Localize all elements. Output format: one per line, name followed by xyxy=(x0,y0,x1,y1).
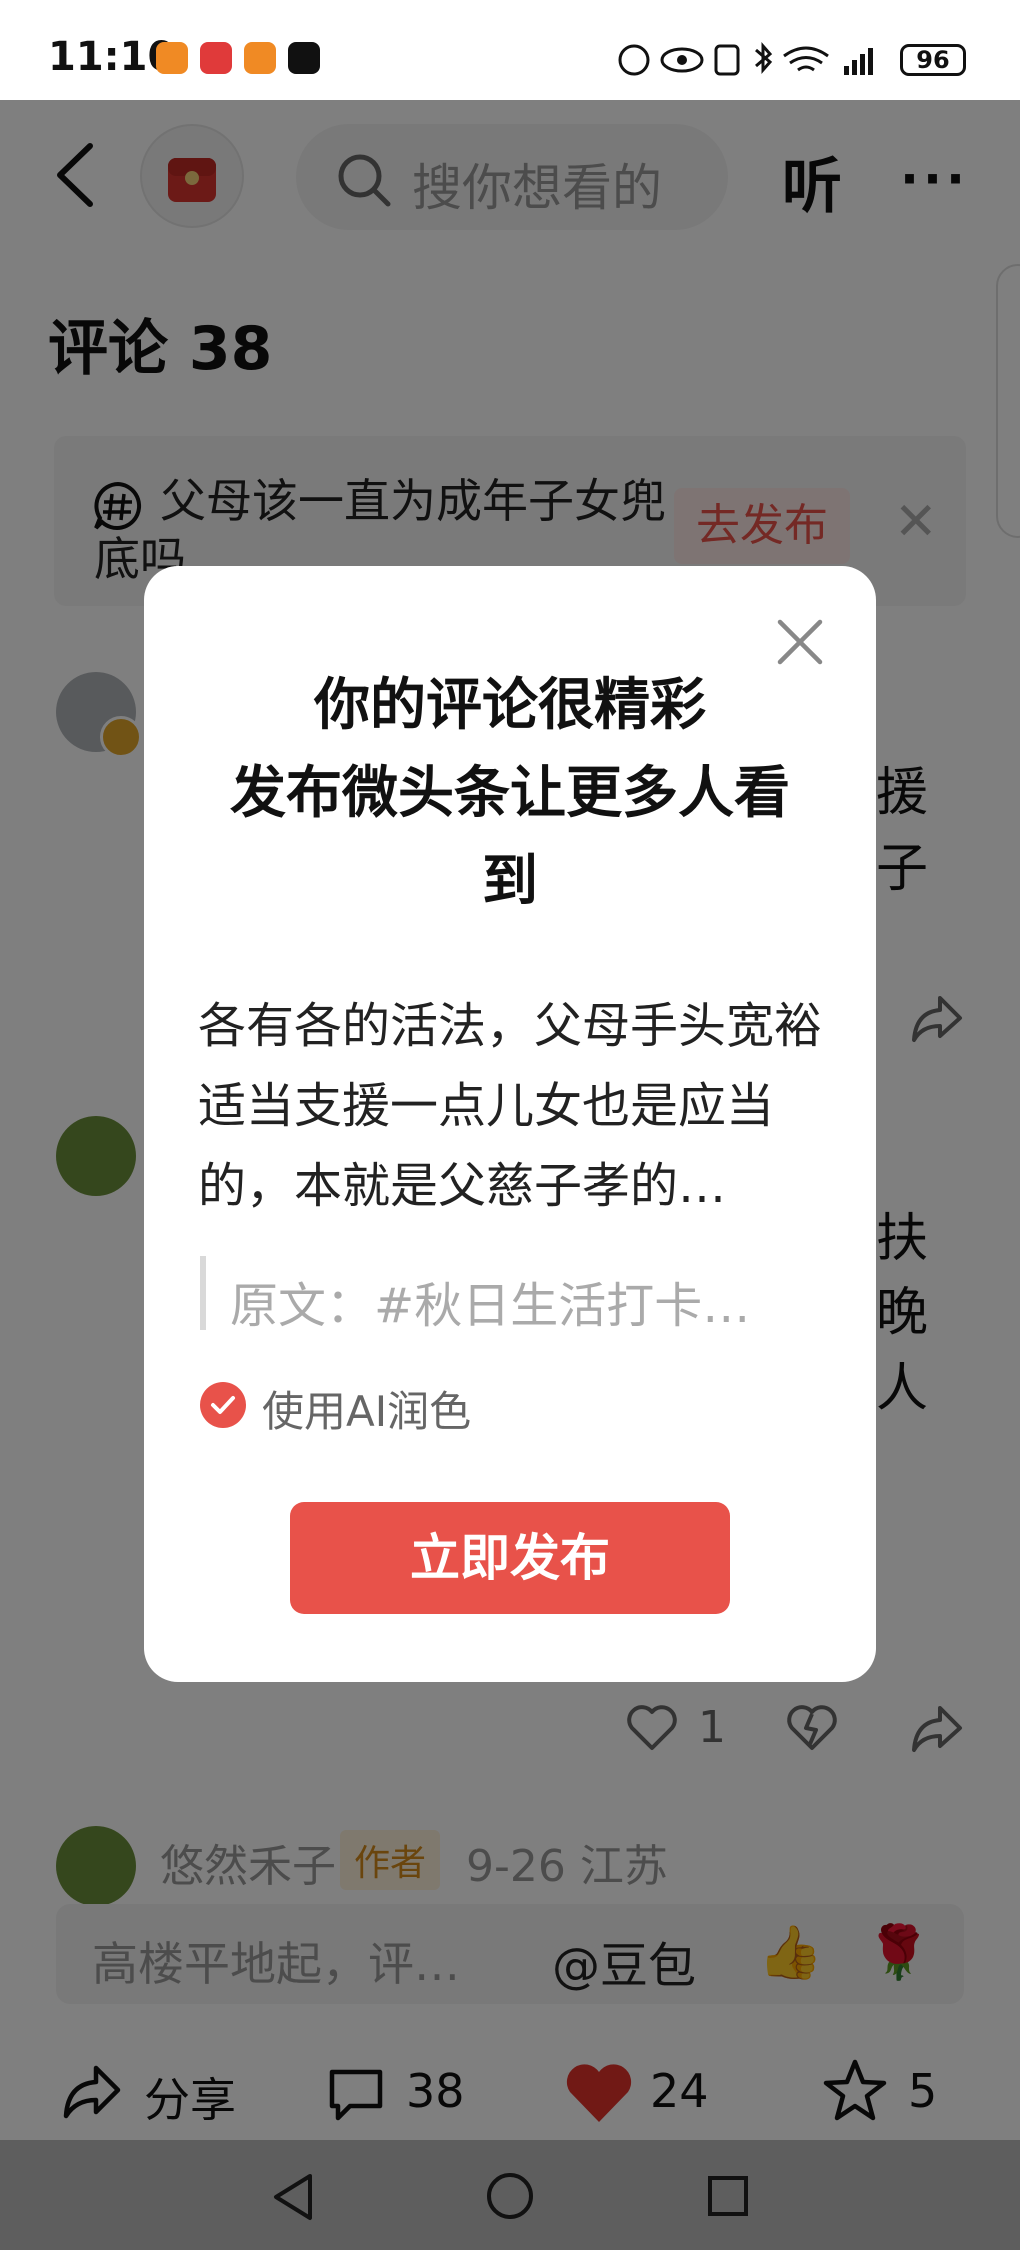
dialog-title-line: 你的评论很精彩 xyxy=(314,673,706,738)
nav-back-icon[interactable] xyxy=(270,2172,316,2222)
ai-polish-checkbox[interactable] xyxy=(200,1382,246,1428)
home-app-icon xyxy=(156,42,188,74)
quote-divider xyxy=(200,1256,206,1330)
capcut-app-icon xyxy=(288,42,320,74)
home-app-icon xyxy=(244,42,276,74)
original-post-quote: 原文：#秋日生活打卡… xyxy=(230,1278,751,1334)
nav-recents-icon[interactable] xyxy=(706,2174,750,2218)
status-indicators-icon xyxy=(618,42,873,76)
battery-indicator: 96 xyxy=(900,44,966,76)
publish-now-button[interactable]: 立即发布 xyxy=(290,1502,730,1614)
toutiao-app-icon xyxy=(200,42,232,74)
checkmark-icon xyxy=(211,1396,235,1414)
status-bar: 11:10 96 xyxy=(0,0,1020,100)
ai-polish-label[interactable]: 使用AI润色 xyxy=(262,1378,471,1439)
dialog-comment-text: 各有各的活法，父母手头宽裕适当支援一点儿女也是应当的，本就是父慈子孝的… xyxy=(198,998,823,1214)
dialog-title-line: 到 xyxy=(482,849,538,914)
nav-home-icon[interactable] xyxy=(484,2170,536,2222)
system-nav-bar xyxy=(0,2140,1020,2250)
dialog-title: 你的评论很精彩 发布微头条让更多人看 到 xyxy=(204,662,816,926)
dialog-title-line: 发布微头条让更多人看 xyxy=(230,761,790,826)
publish-dialog: 你的评论很精彩 发布微头条让更多人看 到 各有各的活法，父母手头宽裕适当支援一点… xyxy=(144,566,876,1682)
